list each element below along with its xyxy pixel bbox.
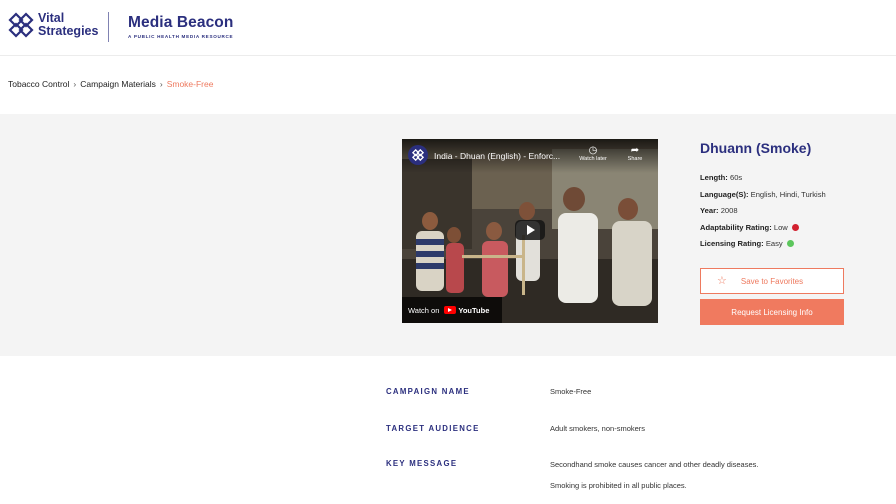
licensing-row: Licensing Rating: Easy — [700, 236, 890, 253]
length-value: 60s — [729, 173, 743, 182]
adaptability-row: Adaptability Rating: Low — [700, 220, 890, 237]
vital-strategies-logo[interactable]: Vital Strategies — [8, 12, 98, 38]
breadcrumb-tobacco-control[interactable]: Tobacco Control — [8, 79, 69, 89]
youtube-play-icon — [444, 306, 457, 314]
year-row: Year: 2008 — [700, 203, 890, 220]
breadcrumb-campaign-materials[interactable]: Campaign Materials — [80, 79, 156, 89]
language-row: Language(S): English, Hindi, Turkish — [700, 187, 890, 204]
licensing-value: Easy — [765, 239, 783, 248]
target-audience-label: TARGET AUDIENCE — [386, 424, 480, 433]
breadcrumb: Tobacco Control › Campaign Materials › S… — [8, 79, 213, 89]
adaptability-value: Low — [773, 222, 788, 232]
site-header: Vital Strategies Media Beacon A PUBLIC H… — [0, 0, 896, 56]
star-icon: ☆ — [717, 275, 727, 287]
adaptability-label: Adaptability Rating: — [700, 222, 772, 232]
year-value: 2008 — [720, 206, 738, 215]
breadcrumb-separator: › — [159, 79, 163, 89]
vs-line-2: Strategies — [38, 24, 99, 38]
target-audience-value: Adult smokers, non-smokers — [550, 424, 646, 433]
media-beacon-title: Media Beacon — [128, 14, 234, 31]
breadcrumb-separator: › — [73, 79, 77, 89]
video-player[interactable]: India - Dhuan (English) - Enforc... ◷ Wa… — [402, 139, 658, 323]
key-message-label: KEY MESSAGE — [386, 459, 458, 468]
year-label: Year: — [700, 206, 719, 215]
request-licensing-button[interactable]: Request Licensing Info — [700, 299, 844, 325]
save-to-favorites-button[interactable]: ☆ Save to Favorites — [700, 268, 844, 294]
language-value: English, Hindi, Turkish — [750, 189, 826, 199]
campaign-name-label: CAMPAIGN NAME — [386, 387, 470, 396]
play-button[interactable] — [515, 220, 545, 240]
key-message-line-1: Secondhand smoke causes cancer and other… — [550, 460, 759, 469]
watch-later-button[interactable]: ◷ Watch later — [576, 145, 610, 162]
clock-icon: ◷ — [588, 145, 598, 156]
adaptability-status-dot — [791, 223, 799, 231]
licensing-status-dot — [786, 240, 794, 247]
vital-strategies-mark-icon — [8, 12, 34, 38]
share-icon: ➦ — [630, 145, 640, 156]
watch-on-label: Watch on — [408, 305, 440, 315]
youtube-logo: YouTube — [444, 306, 489, 315]
share-button[interactable]: ➦ Share — [618, 145, 652, 162]
media-title: Dhuann (Smoke) — [700, 140, 812, 156]
media-beacon-logo[interactable]: Media Beacon A PUBLIC HEALTH MEDIA RESOU… — [128, 14, 233, 39]
video-title[interactable]: India - Dhuan (English) - Enforc... — [434, 151, 560, 161]
share-label: Share — [627, 156, 643, 162]
channel-logo-icon — [412, 149, 424, 161]
breadcrumb-current: Smoke-Free — [166, 79, 214, 89]
play-icon — [527, 225, 535, 235]
licensing-label: Licensing Rating: — [700, 239, 764, 248]
save-to-favorites-label: Save to Favorites — [740, 276, 804, 286]
watch-later-label: Watch later — [579, 156, 607, 162]
key-message-line-2: Smoking is prohibited in all public plac… — [550, 481, 687, 490]
watch-on-youtube-button[interactable]: Watch on YouTube — [402, 297, 502, 323]
media-beacon-subtitle: A PUBLIC HEALTH MEDIA RESOURCE — [128, 34, 234, 39]
length-row: Length: 60s — [700, 170, 890, 187]
language-label: Language(S): — [700, 189, 749, 199]
channel-avatar[interactable] — [408, 145, 428, 165]
campaign-name-value: Smoke-Free — [550, 387, 592, 396]
length-label: Length: — [700, 173, 728, 182]
media-details: Dhuann (Smoke) Length: 60s Language(S): … — [700, 140, 890, 253]
youtube-label: YouTube — [458, 305, 490, 315]
logo-divider — [108, 12, 109, 42]
